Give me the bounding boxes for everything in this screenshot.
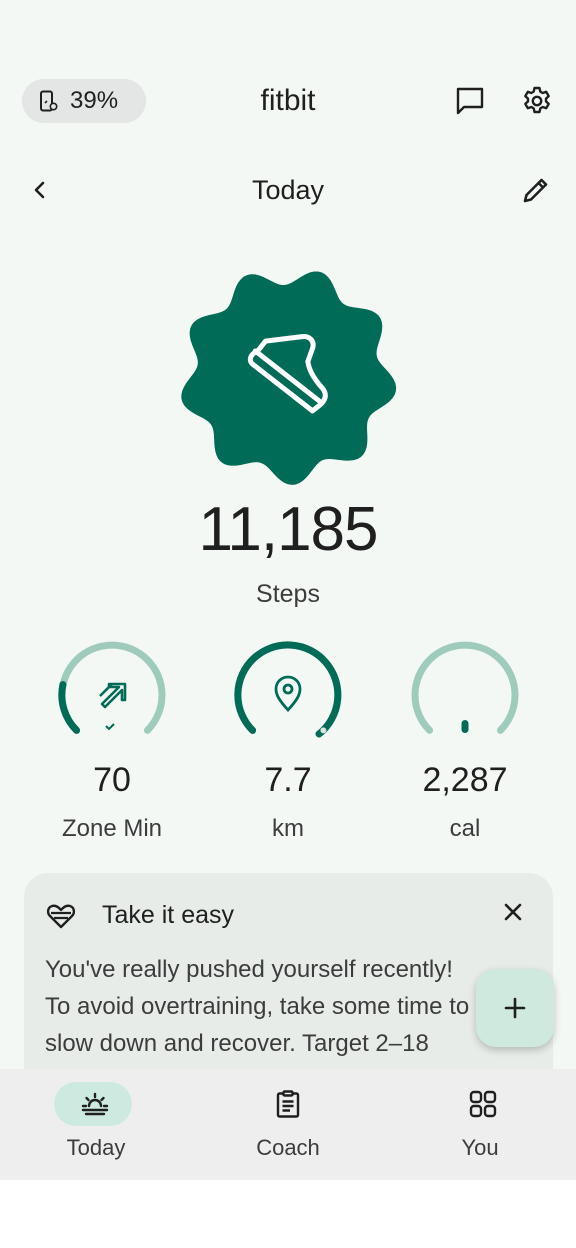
messages-icon[interactable] [454, 85, 486, 117]
steps-value: 11,185 [198, 495, 378, 564]
calories-label: cal [449, 815, 481, 842]
plus-icon [504, 997, 526, 1019]
heart-stripes-icon [46, 904, 76, 929]
sunrise-icon [81, 1092, 109, 1116]
gauge-progress [58, 681, 81, 734]
distance-label: km [272, 815, 304, 842]
nav-label-today: Today [66, 1135, 126, 1160]
location-pin-icon [274, 675, 302, 713]
metric-distance[interactable]: 7.7 km [208, 640, 368, 850]
distance-gauge [234, 641, 342, 738]
zone-minutes-label: Zone Min [61, 815, 163, 842]
bottom-navigation: Today Coach You [0, 1069, 576, 1180]
edit-pencil-icon[interactable] [518, 172, 554, 208]
metric-zone-minutes[interactable]: 70 Zone Min [32, 640, 192, 850]
nav-item-you[interactable]: You [384, 1069, 576, 1180]
clipboard-icon [276, 1090, 300, 1118]
nav-item-today[interactable]: Today [0, 1069, 192, 1180]
gauge-track [411, 641, 519, 734]
check-mark [105, 723, 115, 731]
calories-gauge [411, 641, 519, 734]
steps-goal-badge[interactable] [178, 266, 398, 486]
settings-gear-icon[interactable] [521, 85, 553, 117]
zone-minutes-gauge [58, 641, 166, 734]
app-screen: 39% fitbit Today 11,185 Steps 70 Zone Mi… [0, 0, 576, 1180]
calories-marker [461, 720, 469, 733]
zone-minutes-value: 70 [93, 761, 131, 799]
gauge-progress [234, 641, 342, 738]
app-title: fitbit [260, 84, 316, 117]
nav-label-you: You [461, 1135, 499, 1160]
add-fab-button[interactable] [476, 969, 554, 1047]
gauge-end-dot [320, 727, 327, 734]
close-icon[interactable] [498, 897, 528, 927]
nav-item-coach[interactable]: Coach [192, 1069, 384, 1180]
metric-calories[interactable]: 2,287 cal [385, 640, 545, 850]
grid-icon [469, 1090, 497, 1118]
zone-arrows-icon [99, 682, 127, 709]
calories-value: 2,287 [422, 761, 508, 799]
nav-label-coach: Coach [256, 1135, 320, 1160]
steps-label: Steps [256, 580, 320, 608]
card-title: Take it easy [102, 901, 235, 929]
day-title: Today [251, 175, 325, 205]
distance-value: 7.7 [264, 761, 312, 799]
